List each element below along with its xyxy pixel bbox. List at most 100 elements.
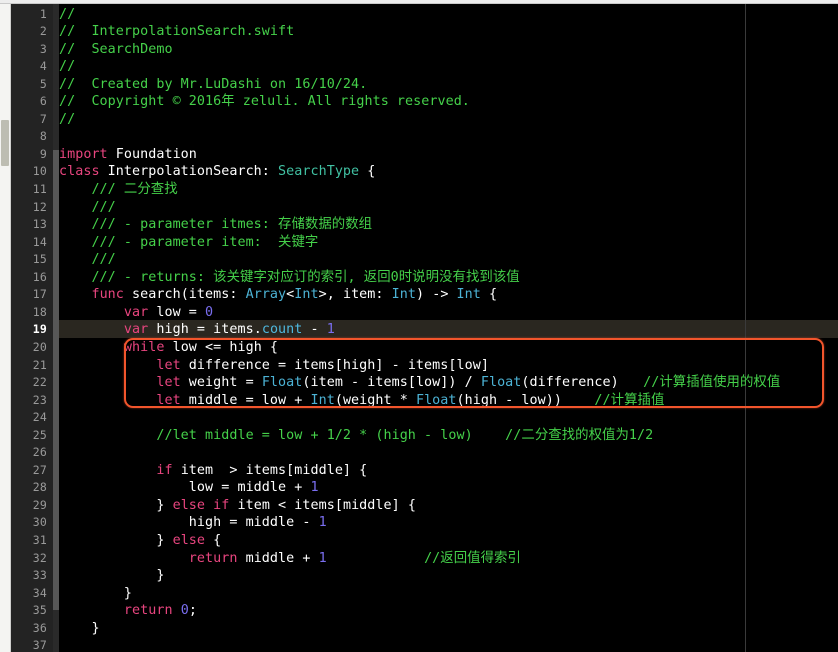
line-number[interactable]: 19 [13,321,47,339]
code-token-pln [59,603,124,618]
code-token-pln: InterpolationSearch: [99,164,279,180]
line-number[interactable]: 25 [13,427,47,445]
line-number[interactable]: 11 [13,181,47,199]
code-token-kw: class [59,164,100,180]
code-token-typ: Int [294,287,319,303]
code-token-mem: count [261,322,303,338]
code-line[interactable]: // Copyright © 2016年 zeluli. All rights … [59,93,470,111]
code-line[interactable]: let middle = low + Int(weight * Float(hi… [59,392,664,410]
line-number[interactable]: 32 [13,550,47,568]
line-number[interactable]: 28 [13,479,47,497]
code-line[interactable]: // InterpolationSearch.swift [59,23,294,41]
code-line[interactable]: // Created by Mr.LuDashi on 16/10/24. [59,76,367,94]
line-number[interactable]: 23 [13,392,47,410]
line-number[interactable]: 13 [13,216,47,234]
line-number[interactable]: 33 [13,567,47,585]
line-number[interactable]: 27 [13,462,47,480]
line-number[interactable]: 35 [13,602,47,620]
line-number[interactable]: 20 [13,339,47,357]
line-number[interactable]: 2 [13,23,47,41]
code-line[interactable]: /// [59,199,116,217]
code-token-pln: difference = items[high] - items[low] [180,357,489,373]
line-number[interactable]: 17 [13,286,47,304]
line-number[interactable]: 5 [13,76,47,94]
line-number[interactable]: 26 [13,444,47,462]
code-token-pln: Foundation [107,146,197,162]
code-line[interactable]: } else if item < items[middle] { [59,497,416,515]
code-line[interactable]: while low <= high { [59,339,278,357]
line-number[interactable]: 30 [13,514,47,532]
code-line[interactable]: return middle + 1 //返回值得索引 [59,550,521,568]
line-number[interactable]: 34 [13,585,47,603]
code-token-pln [59,551,189,566]
code-line[interactable]: let difference = items[high] - items[low… [59,357,489,375]
code-line[interactable]: // SearchDemo [59,41,173,59]
code-token-cmt: // SearchDemo [59,41,173,57]
editor-vertical-scrollbar[interactable] [53,4,59,652]
line-number[interactable]: 1 [13,6,47,24]
line-number[interactable]: 9 [13,146,47,164]
line-number[interactable]: 29 [13,497,47,515]
line-number[interactable]: 37 [13,637,47,652]
code-line[interactable]: /// - parameter itmes: 存储数据的数组 [59,216,372,234]
code-token-pln: low <= high { [164,339,279,355]
code-line[interactable]: } [59,620,100,638]
code-token-kw: while [123,339,165,355]
line-number[interactable]: 8 [13,128,47,146]
line-number[interactable]: 7 [13,111,47,129]
code-line[interactable]: var high = items.count - 1 [59,321,335,339]
code-line[interactable]: /// - parameter item: 关键字 [59,234,318,252]
code-token-kw: else [172,497,206,513]
line-number[interactable]: 4 [13,58,47,76]
code-line[interactable]: // [59,111,75,129]
line-number[interactable]: 24 [13,409,47,427]
editor-vertical-scrollbar-thumb[interactable] [53,150,59,610]
code-line[interactable]: high = middle - 1 [59,514,327,532]
line-number-gutter[interactable]: 1 2 3 4 5 6 7 8 9 10 11 12 13 14 15 16 17 18 19 20 21 22 23 24 2… [11,4,53,652]
code-token-pln: low = [148,304,206,320]
code-line[interactable]: // [59,6,75,24]
code-token-pln [327,551,424,566]
code-line[interactable]: low = middle + 1 [59,479,319,497]
line-number[interactable]: 3 [13,41,47,59]
line-number[interactable]: 6 [13,93,47,111]
code-line[interactable]: func search(items: Array<Int>, item: Int… [59,286,497,304]
code-line[interactable]: return 0; [59,602,197,620]
line-number[interactable]: 21 [13,357,47,375]
code-token-pln [59,358,156,373]
line-number[interactable]: 31 [13,532,47,550]
code-token-doc: /// - parameter item: 关键字 [59,234,319,250]
line-number[interactable]: 18 [13,304,47,322]
code-line[interactable]: } [59,585,132,603]
code-token-pln [59,393,156,408]
line-number[interactable]: 10 [13,163,47,181]
code-text-area[interactable]: // // InterpolationSearch.swift// SearchD… [59,4,838,652]
code-line[interactable]: class InterpolationSearch: SearchType { [59,163,375,181]
code-line[interactable]: var low = 0 [59,304,213,322]
code-line[interactable]: /// - returns: 该关键字对应订的索引, 返回0时说明没有找到该值 [59,269,520,287]
code-token-pln [59,375,156,390]
line-number[interactable]: 15 [13,251,47,269]
code-line[interactable]: /// [59,251,116,269]
code-editor-surface[interactable]: 1 2 3 4 5 6 7 8 9 10 11 12 13 14 15 16 17 18 19 20 21 22 23 24 2… [11,4,838,652]
code-line[interactable]: //let middle = low + 1/2 * (high - low) … [59,427,653,445]
line-number[interactable]: 14 [13,234,47,252]
code-line[interactable]: import Foundation [59,146,197,164]
code-token-pln: } [59,497,173,513]
line-number[interactable]: 16 [13,269,47,287]
line-number[interactable]: 36 [13,620,47,638]
code-line[interactable]: } else { [59,532,221,550]
code-token-kw: return [188,550,238,566]
line-number[interactable]: 22 [13,374,47,392]
code-token-kw: if [156,462,173,478]
code-token-num: 0 [180,603,189,619]
left-scrollbar-thumb[interactable] [1,120,9,166]
code-line[interactable]: } [59,567,164,585]
code-line[interactable]: let weight = Float(item - items[low]) / … [59,374,780,392]
code-token-pln: item < items[middle] { [229,497,416,513]
left-scrollbar-track[interactable] [0,4,11,652]
code-line[interactable]: if item > items[middle] { [59,462,367,480]
code-line[interactable]: /// 二分查找 [59,181,178,199]
code-line[interactable]: // [59,58,75,76]
line-number[interactable]: 12 [13,199,47,217]
